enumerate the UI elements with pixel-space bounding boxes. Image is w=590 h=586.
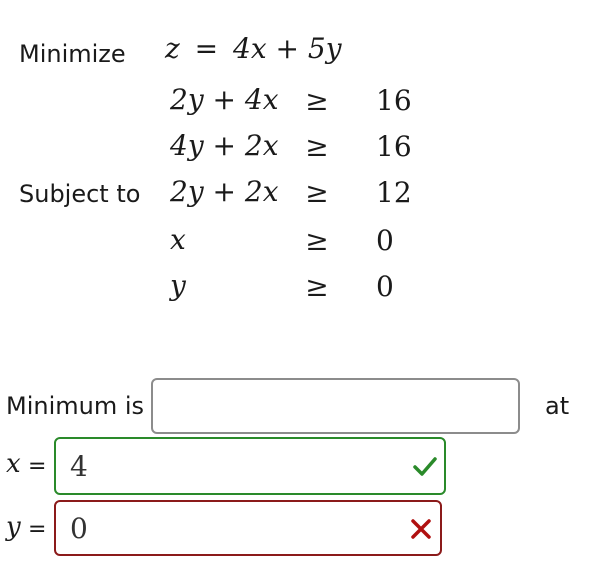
constraint-rhs: 16 (376, 130, 412, 163)
subject-to-label: Subject to (19, 180, 141, 208)
objective-lhs: z (165, 32, 180, 65)
y-equals-sign: = (28, 517, 47, 542)
constraint-relation: ≥ (305, 270, 329, 303)
constraint-rhs: 0 (376, 224, 394, 257)
minimize-label: Minimize (19, 40, 126, 68)
y-input-value: 0 (70, 511, 88, 545)
x-input[interactable]: 4 (54, 437, 446, 495)
x-variable-label: x (6, 449, 21, 479)
y-input[interactable]: 0 (54, 500, 442, 556)
constraint-rhs: 16 (376, 84, 412, 117)
constraint-lhs: y (170, 269, 186, 302)
constraint-lhs: 2y + 2x (170, 175, 279, 208)
constraint-lhs: 2y + 4x (170, 83, 279, 116)
constraint-lhs: x (170, 223, 186, 256)
x-input-value: 4 (70, 449, 88, 483)
constraint-rhs: 0 (376, 270, 394, 303)
at-label: at (545, 392, 570, 420)
y-variable-label: y (6, 512, 21, 542)
objective-function: z = 4x + 5y (165, 32, 342, 65)
cross-icon (411, 519, 431, 539)
checkmark-icon (413, 457, 437, 476)
constraint-lhs: 4y + 2x (170, 129, 279, 162)
constraint-relation: ≥ (305, 176, 329, 209)
constraint-relation: ≥ (305, 224, 329, 257)
constraint-relation: ≥ (305, 130, 329, 163)
objective-eq: = (194, 32, 219, 65)
minimum-input[interactable] (151, 378, 520, 434)
x-equals-sign: = (28, 454, 47, 479)
constraint-relation: ≥ (305, 84, 329, 117)
constraint-rhs: 12 (376, 176, 412, 209)
minimum-label: Minimum is (6, 392, 145, 420)
objective-rhs: 4x + 5y (233, 32, 342, 65)
